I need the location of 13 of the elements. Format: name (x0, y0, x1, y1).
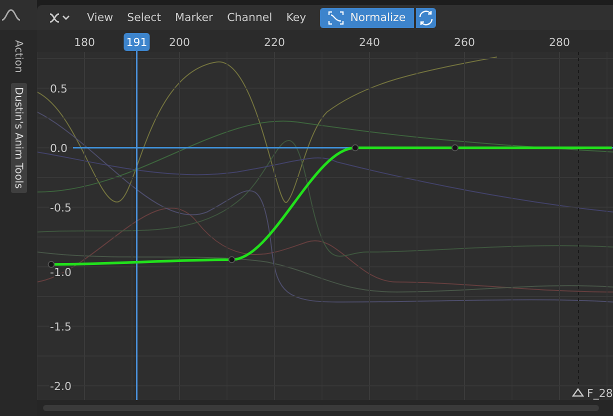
frame-number: 180 (74, 36, 95, 49)
value-label: -0.5 (50, 201, 72, 214)
value-label: -2.0 (50, 380, 72, 393)
frame-number: 260 (454, 36, 475, 49)
value-label: 0.5 (50, 82, 68, 96)
frame-number: 240 (359, 36, 380, 49)
value-label: -1.5 (50, 320, 72, 334)
value-label: -1.0 (50, 266, 72, 279)
marker-label: F_28 (587, 387, 613, 400)
frame-number: 200 (169, 36, 190, 49)
frame-number: 220 (264, 36, 285, 49)
frame-number: 280 (549, 36, 570, 49)
value-label: 0.0 (50, 142, 68, 155)
